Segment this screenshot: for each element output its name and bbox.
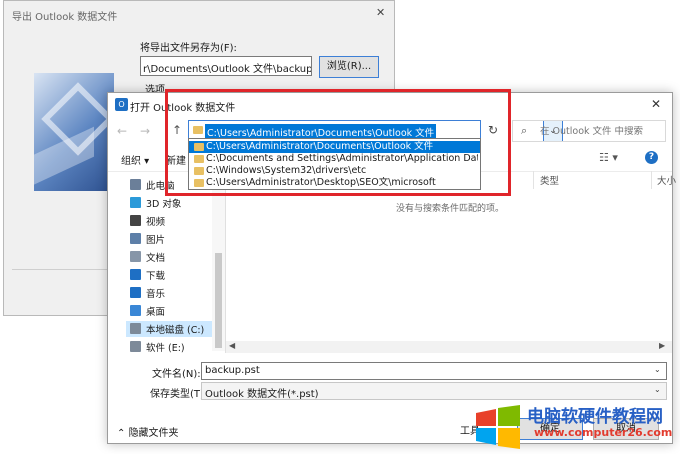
nav-item-label: 桌面 xyxy=(146,307,166,318)
document-icon xyxy=(130,251,141,262)
music-icon xyxy=(130,287,141,298)
nav-item-label: 音乐 xyxy=(146,289,166,300)
windows-logo-icon xyxy=(476,405,520,449)
chevron-down-icon[interactable]: ⌄ xyxy=(654,385,661,394)
cube-icon xyxy=(130,197,141,208)
hide-folders-label: 隐藏文件夹 xyxy=(128,428,179,439)
close-icon[interactable]: ✕ xyxy=(376,6,385,19)
search-icon: ⌕ xyxy=(521,124,528,137)
nav-item-label: 下载 xyxy=(146,271,166,282)
divider xyxy=(533,171,534,189)
search-input[interactable] xyxy=(540,126,660,137)
nav-item-label: 文档 xyxy=(146,253,166,264)
hide-folders-toggle[interactable]: ⌃ 隐藏文件夹 xyxy=(117,424,179,439)
nav-scrollbar-thumb[interactable] xyxy=(215,253,222,348)
chevron-up-icon: ⌃ xyxy=(117,428,129,439)
watermark-url: www.computer26.com xyxy=(534,426,673,439)
nav-item-label: 软件 (E:) xyxy=(146,343,185,354)
export-path-input[interactable]: r\Documents\Outlook 文件\backup.pst xyxy=(140,56,312,76)
nav-item-label: 本地磁盘 (C:) xyxy=(146,325,205,336)
divider xyxy=(225,173,226,353)
view-options-icon[interactable]: ☷ ▾ xyxy=(599,151,618,164)
help-icon[interactable]: ? xyxy=(645,151,658,164)
watermark-title: 电脑软硬件教程网 xyxy=(527,407,663,427)
filetype-select[interactable]: Outlook 数据文件(*.pst) xyxy=(201,382,667,400)
highlight-annotation xyxy=(165,89,511,196)
column-header-size[interactable]: 大小 xyxy=(657,173,676,187)
disk-icon xyxy=(130,323,141,334)
nav-item-label: 3D 对象 xyxy=(146,199,182,210)
save-as-label: 将导出文件另存为(F): xyxy=(140,43,237,54)
close-icon[interactable]: ✕ xyxy=(651,97,661,111)
filetype-label: 保存类型(T): xyxy=(150,389,208,400)
export-dialog-title: 导出 Outlook 数据文件 xyxy=(12,12,118,23)
back-arrow-icon[interactable]: ← xyxy=(117,124,127,138)
forward-arrow-icon[interactable]: → xyxy=(140,124,150,138)
export-wizard-image xyxy=(34,73,114,191)
nav-item-label: 图片 xyxy=(146,235,166,246)
filename-label: 文件名(N): xyxy=(152,369,201,380)
disk-icon xyxy=(130,341,141,352)
organize-button[interactable]: 组织 ▾ xyxy=(121,152,149,167)
scroll-left-icon[interactable]: ◀ xyxy=(229,341,235,350)
scroll-right-icon[interactable]: ▶ xyxy=(659,341,665,350)
column-header-type[interactable]: 类型 xyxy=(540,173,559,187)
outlook-icon: O xyxy=(115,98,128,111)
chevron-down-icon[interactable]: ⌄ xyxy=(654,365,661,374)
nav-item-label: 视频 xyxy=(146,217,166,228)
video-icon xyxy=(130,215,141,226)
download-icon xyxy=(130,269,141,280)
divider xyxy=(651,171,652,189)
desktop-icon xyxy=(130,305,141,316)
pc-icon xyxy=(130,179,141,190)
browse-button[interactable]: 浏览(R)... xyxy=(319,56,379,78)
picture-icon xyxy=(130,233,141,244)
empty-list-message: 没有与搜索条件匹配的项。 xyxy=(396,204,505,214)
filename-input[interactable]: backup.pst xyxy=(201,362,667,380)
horizontal-scrollbar[interactable] xyxy=(226,341,672,353)
navigation-pane: 此电脑 3D 对象 视频 图片 文档 下载 音乐 桌面 本地磁盘 (C:) 软件… xyxy=(108,173,225,354)
nav-item-local-disk-c[interactable]: 本地磁盘 (C:) xyxy=(126,321,214,337)
search-box[interactable]: ⌕ xyxy=(512,120,666,142)
